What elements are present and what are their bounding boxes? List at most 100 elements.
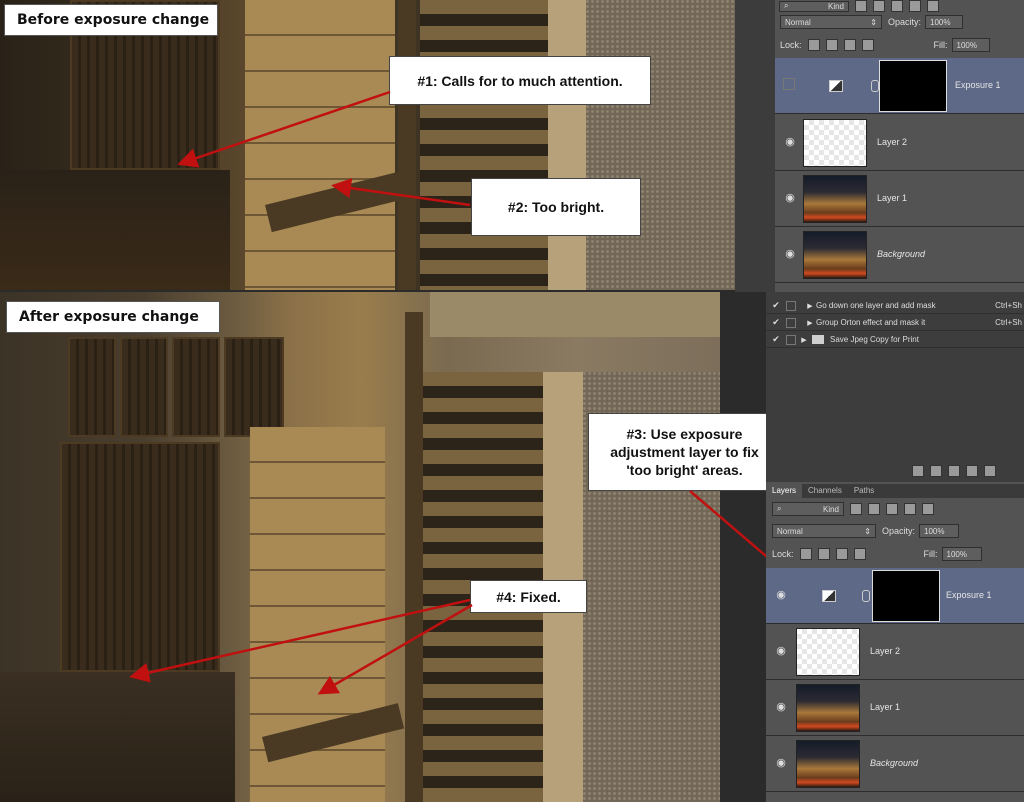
opacity-field[interactable]: 100% bbox=[919, 524, 960, 538]
layer-thumb bbox=[803, 175, 867, 223]
shape-filter-icon[interactable] bbox=[904, 503, 916, 515]
kind-label: Kind bbox=[827, 1, 844, 11]
layer-name: Layer 1 bbox=[877, 193, 908, 203]
tab-paths[interactable]: Paths bbox=[848, 484, 880, 498]
dialog-toggle[interactable] bbox=[786, 317, 796, 328]
fill-field[interactable]: 100% bbox=[941, 547, 982, 561]
dialog-toggle[interactable] bbox=[786, 300, 796, 311]
expand-triangle-icon[interactable]: ▶ bbox=[798, 336, 810, 344]
shape-filter-icon[interactable] bbox=[909, 0, 921, 12]
window-shutter-3 bbox=[172, 337, 220, 437]
checkmark-icon[interactable]: ✔ bbox=[770, 317, 782, 328]
eye-icon[interactable]: ◉ bbox=[774, 756, 788, 770]
visibility-toggle[interactable] bbox=[783, 78, 795, 90]
opacity-label: Opacity: bbox=[888, 17, 922, 27]
fill-label: Fill: bbox=[923, 549, 938, 559]
eye-icon[interactable]: ◉ bbox=[774, 644, 788, 658]
image-filter-icon[interactable] bbox=[850, 503, 862, 515]
smart-filter-icon[interactable] bbox=[922, 503, 934, 515]
blend-row: Normal ⇕ Opacity: 100% bbox=[780, 15, 1024, 29]
link-icon bbox=[862, 590, 870, 602]
layer-name: Background bbox=[870, 758, 919, 768]
layer-1[interactable]: ◉ Layer 1 bbox=[766, 680, 1024, 736]
kind-label: Kind bbox=[822, 504, 839, 514]
opacity-value: 100% bbox=[930, 17, 951, 27]
action-item[interactable]: ✔ ▶ Go down one layer and add mask Ctrl+… bbox=[766, 298, 1024, 314]
blend-mode-select[interactable]: Normal ⇕ bbox=[780, 15, 882, 29]
callout-4: #4: Fixed. bbox=[470, 580, 587, 613]
lock-icon[interactable] bbox=[853, 548, 866, 560]
dialog-toggle[interactable] bbox=[786, 334, 796, 345]
new-action-icon[interactable] bbox=[984, 465, 996, 477]
play-icon[interactable] bbox=[948, 465, 960, 477]
checkmark-icon[interactable]: ✔ bbox=[770, 334, 782, 345]
fill-value: 100% bbox=[946, 549, 967, 559]
move-icon[interactable] bbox=[835, 548, 848, 560]
eye-icon[interactable]: ◉ bbox=[774, 588, 788, 602]
layer-2[interactable]: ◉ Layer 2 bbox=[775, 115, 1024, 171]
type-filter-icon[interactable] bbox=[891, 0, 903, 12]
lock-icon[interactable] bbox=[861, 39, 874, 51]
blend-row: Normal ⇕ Opacity: 100% bbox=[772, 524, 1024, 538]
lower-wall bbox=[0, 672, 235, 802]
layer-exposure-1[interactable]: ◉ Exposure 1 bbox=[766, 568, 1024, 624]
after-photo bbox=[0, 292, 720, 802]
record-icon[interactable] bbox=[930, 465, 942, 477]
stair-railing bbox=[398, 0, 416, 290]
chevron-icon: ⇕ bbox=[864, 526, 871, 536]
panel-tabs: Layers Channels Paths bbox=[766, 484, 1024, 498]
layer-1[interactable]: ◉ Layer 1 bbox=[775, 171, 1024, 227]
checkmark-icon[interactable]: ✔ bbox=[770, 300, 782, 311]
blend-mode-value: Normal bbox=[785, 17, 811, 27]
brush-icon[interactable] bbox=[825, 39, 838, 51]
layer-name: Layer 1 bbox=[870, 702, 901, 712]
opacity-field[interactable]: 100% bbox=[925, 15, 964, 29]
actions-panel: ✔ ▶ Go down one layer and add mask Ctrl+… bbox=[766, 292, 1024, 482]
smart-filter-icon[interactable] bbox=[927, 0, 939, 12]
staircase bbox=[420, 0, 550, 290]
layer-2[interactable]: ◉ Layer 2 bbox=[766, 624, 1024, 680]
layer-background[interactable]: ◉ Background bbox=[775, 227, 1024, 283]
fill-field[interactable]: 100% bbox=[951, 38, 990, 52]
adjustment-icon bbox=[829, 80, 843, 92]
stop-icon[interactable] bbox=[912, 465, 924, 477]
kind-filter[interactable]: ⌕ Kind bbox=[772, 502, 844, 516]
chevron-icon: ⇕ bbox=[870, 17, 877, 27]
layer-mask-thumb[interactable] bbox=[872, 570, 940, 622]
move-icon[interactable] bbox=[843, 39, 856, 51]
adjustment-filter-icon[interactable] bbox=[873, 0, 885, 12]
action-label: Save Jpeg Copy for Print bbox=[830, 335, 919, 344]
search-icon: ⌕ bbox=[777, 504, 782, 513]
layer-background[interactable]: ◉ Background bbox=[766, 736, 1024, 792]
tab-layers[interactable]: Layers bbox=[766, 484, 803, 498]
adjustment-filter-icon[interactable] bbox=[868, 503, 880, 515]
folder-icon bbox=[812, 335, 824, 344]
new-set-icon[interactable] bbox=[966, 465, 978, 477]
expand-triangle-icon[interactable]: ▶ bbox=[804, 302, 816, 310]
layer-name: Exposure 1 bbox=[946, 590, 992, 600]
brush-icon[interactable] bbox=[817, 548, 830, 560]
expand-triangle-icon[interactable]: ▶ bbox=[804, 319, 816, 327]
image-filter-icon[interactable] bbox=[855, 0, 867, 12]
kind-filter[interactable]: ⌕ Kind bbox=[779, 0, 849, 12]
action-set[interactable]: ✔ ▶ Save Jpeg Copy for Print bbox=[766, 332, 1024, 348]
layer-exposure-1[interactable]: Exposure 1 bbox=[775, 58, 1024, 114]
eye-icon[interactable]: ◉ bbox=[783, 247, 797, 261]
layer-mask-thumb[interactable] bbox=[879, 60, 947, 112]
blend-mode-value: Normal bbox=[777, 526, 803, 536]
eye-icon[interactable]: ◉ bbox=[774, 700, 788, 714]
lock-pixels-icon[interactable] bbox=[807, 39, 820, 51]
action-item[interactable]: ✔ ▶ Group Orton effect and mask it Ctrl+… bbox=[766, 315, 1024, 331]
lock-label: Lock: bbox=[780, 40, 802, 50]
lock-label: Lock: bbox=[772, 549, 794, 559]
callout-2: #2: Too bright. bbox=[471, 178, 641, 236]
eye-icon[interactable]: ◉ bbox=[783, 191, 797, 205]
type-filter-icon[interactable] bbox=[886, 503, 898, 515]
window-shutter-2 bbox=[120, 337, 168, 437]
layer-name: Exposure 1 bbox=[955, 80, 1001, 90]
blend-mode-select[interactable]: Normal ⇕ bbox=[772, 524, 876, 538]
callout-3-line-1: #3: Use exposure bbox=[626, 426, 743, 442]
eye-icon[interactable]: ◉ bbox=[783, 135, 797, 149]
lock-pixels-icon[interactable] bbox=[799, 548, 812, 560]
tab-channels[interactable]: Channels bbox=[802, 484, 848, 498]
